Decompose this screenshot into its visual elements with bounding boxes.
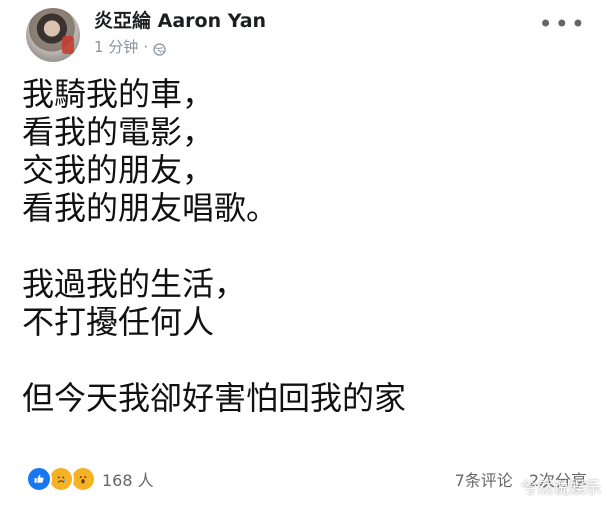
post-footer: 168 人 7条评论 2次分享	[26, 465, 587, 493]
paragraph-1: 我騎我的車， 看我的電影， 交我的朋友， 看我的朋友唱歌。	[22, 75, 582, 227]
globe-icon	[153, 41, 166, 56]
comments-link[interactable]: 7条评论	[455, 467, 513, 491]
post-line: 看我的電影，	[22, 113, 215, 151]
post-line: 看我的朋友唱歌。	[22, 189, 279, 227]
paragraph-3: 但今天我卻好害怕回我的家	[22, 379, 582, 417]
engagement-stats: 7条评论 2次分享	[455, 467, 587, 491]
like-icon	[26, 466, 52, 492]
post-header: 炎亞綸 Aaron Yan 1 分钟 ·	[26, 8, 266, 62]
meta-separator: ·	[143, 38, 149, 56]
author-meta: 炎亞綸 Aaron Yan 1 分钟 ·	[94, 9, 266, 57]
reactions-summary[interactable]: 168 人	[26, 466, 154, 492]
author-avatar[interactable]	[26, 8, 80, 62]
post-line: 我過我的生活，	[22, 265, 247, 303]
post-content: 我騎我的車， 看我的電影， 交我的朋友， 看我的朋友唱歌。 我過我的生活， 不打…	[22, 75, 582, 417]
post-line: 不打擾任何人	[22, 303, 215, 341]
author-name[interactable]: 炎亞綸 Aaron Yan	[94, 9, 266, 33]
post-line: 交我的朋友，	[22, 151, 215, 189]
post-line: 但今天我卻好害怕回我的家	[22, 379, 407, 417]
post-sub-meta: 1 分钟 ·	[94, 37, 266, 57]
paragraph-2: 我過我的生活， 不打擾任何人	[22, 265, 582, 341]
shares-link[interactable]: 2次分享	[529, 467, 587, 491]
facebook-post: 炎亞綸 Aaron Yan 1 分钟 · ••• 我騎我的車， 看我的電影， 交…	[0, 0, 607, 506]
reaction-count: 168 人	[102, 471, 154, 490]
post-time[interactable]: 1 分钟	[94, 37, 138, 57]
post-line: 我騎我的車，	[22, 75, 215, 113]
more-horizontal-icon[interactable]: •••	[539, 12, 587, 36]
